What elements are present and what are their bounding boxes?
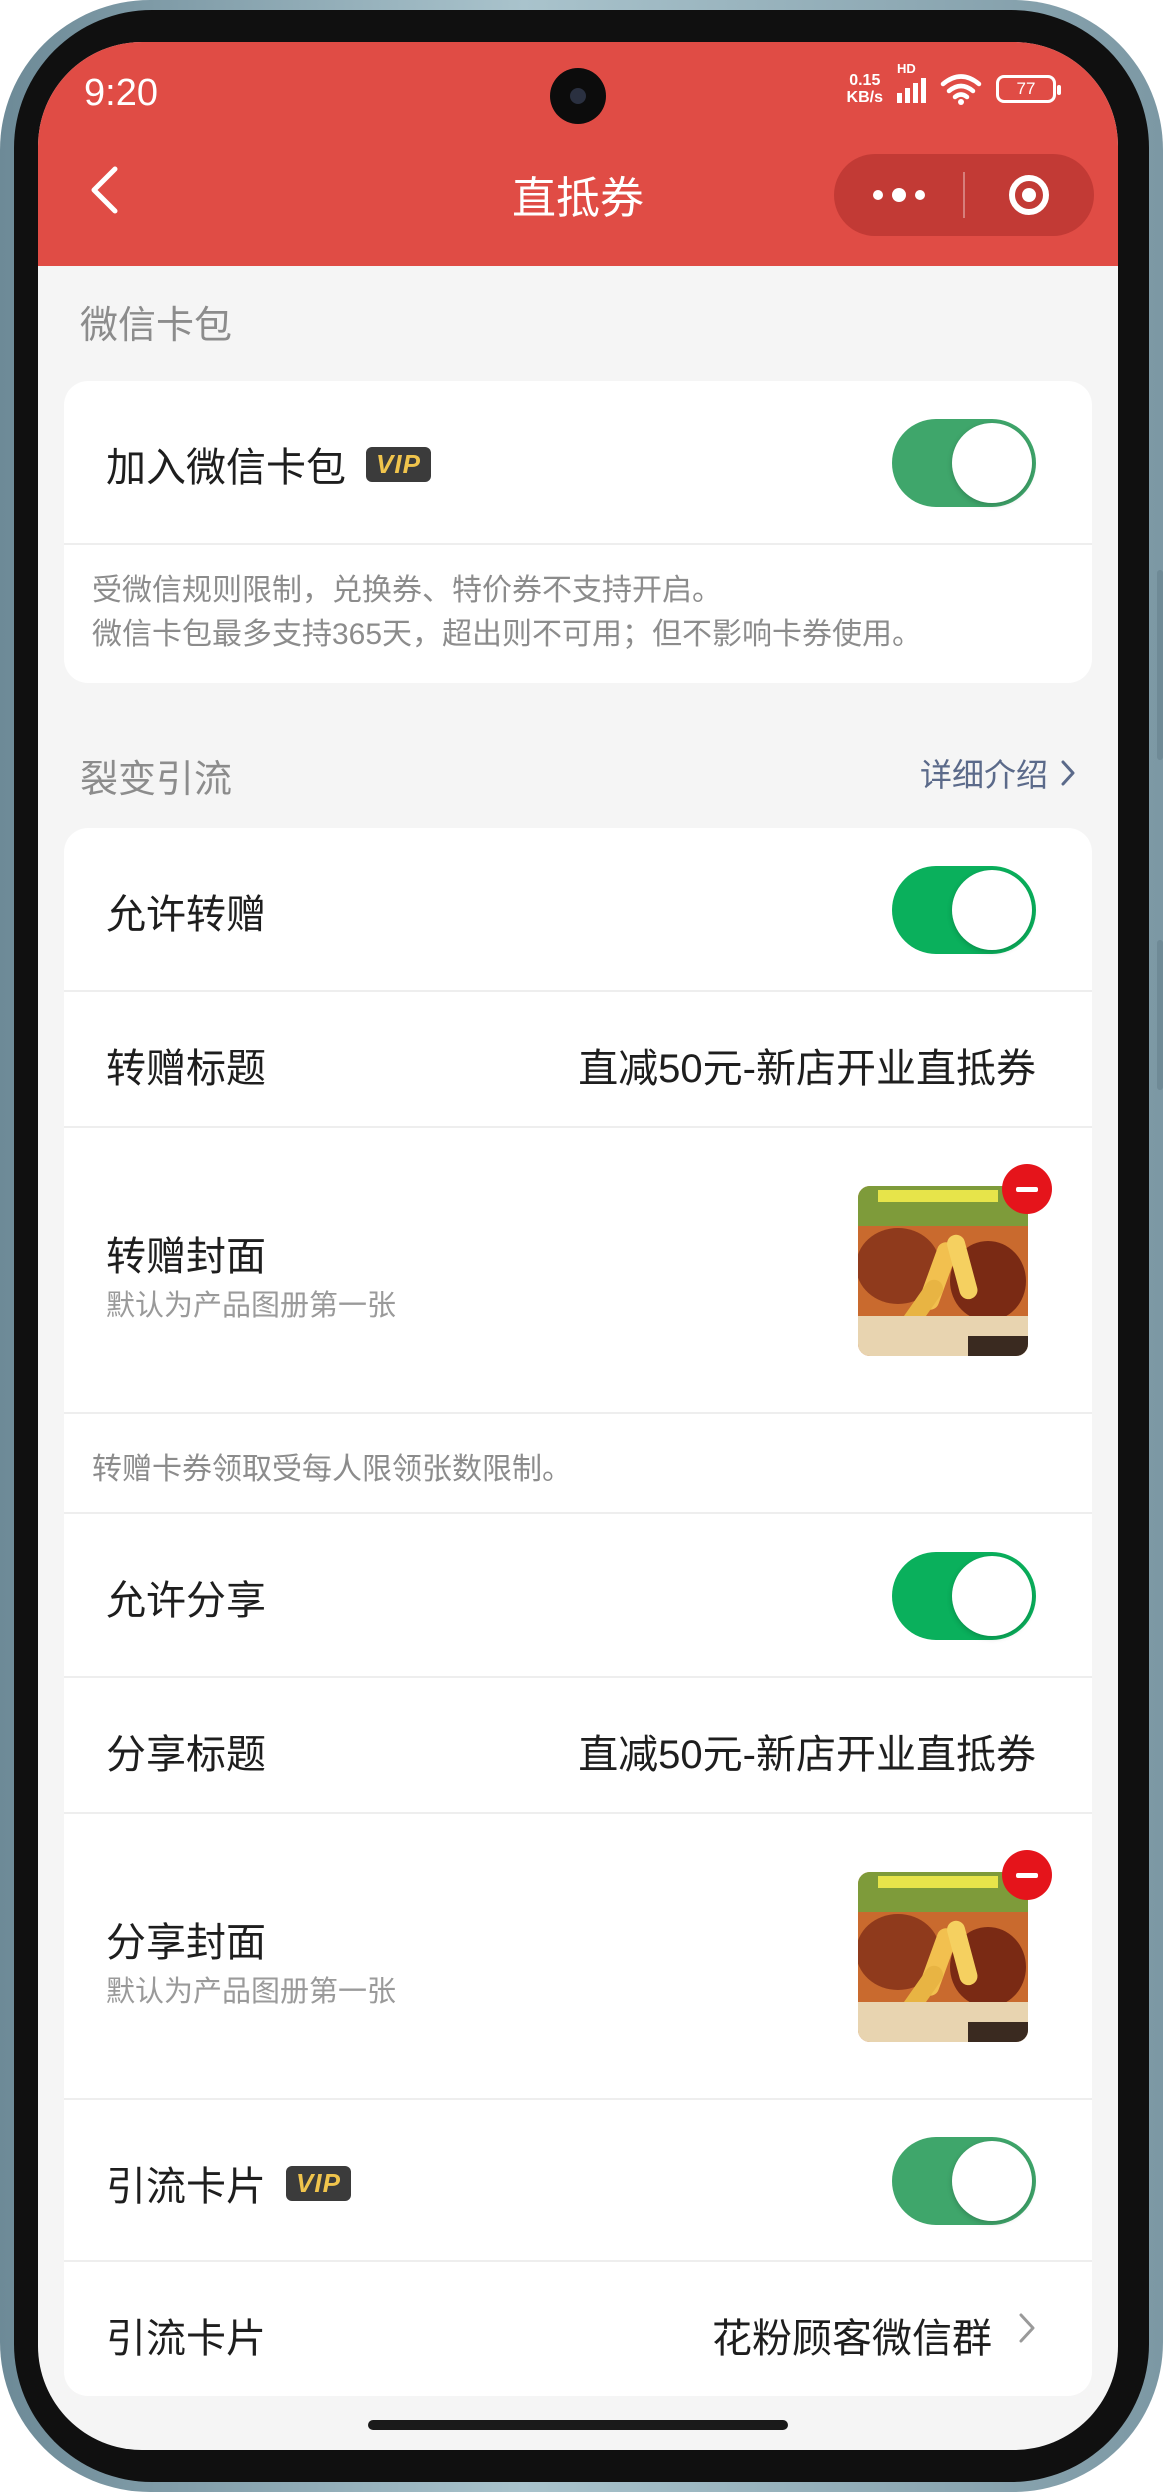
vip-badge: VIP: [286, 2165, 351, 2201]
referral-panel: 允许转赠 转赠标题 直减50元-新店开业直抵券 转赠封面 默认为产品图册第一张: [64, 828, 1092, 2396]
add-wechat-card-toggle[interactable]: [892, 419, 1036, 507]
add-wechat-card-label: 加入微信卡包: [106, 446, 346, 490]
gift-cover-row: 转赠封面 默认为产品图册第一张: [64, 1128, 1092, 1414]
volume-button: [1157, 570, 1163, 760]
net-speed-unit: KB/s: [846, 89, 883, 106]
battery-level: 77: [1016, 79, 1036, 98]
gift-cover-remove-button[interactable]: [1002, 1164, 1052, 1214]
add-wechat-card-row: 加入微信卡包 VIP: [64, 381, 1092, 545]
add-wechat-card-label-group: 加入微信卡包 VIP: [106, 435, 431, 493]
phone-frame: 9:20 0.15 KB/s HD 77 直抵券 微信卡包 加入微信卡包 VIP…: [0, 0, 1163, 2492]
allow-share-toggle[interactable]: [892, 1552, 1036, 1640]
section-title-wechat-card: 微信卡包: [80, 305, 233, 347]
gift-cover-image[interactable]: [858, 1186, 1028, 1356]
gift-title-row[interactable]: 转赠标题 直减50元-新店开业直抵券: [64, 992, 1092, 1128]
lead-card-label: 引流卡片: [106, 2165, 266, 2209]
allow-gift-row: 允许转赠: [64, 828, 1092, 992]
battery-icon: 77: [996, 75, 1061, 103]
more-button[interactable]: [834, 154, 963, 236]
section-title-referral: 裂变引流: [80, 759, 233, 801]
status-icons: 0.15 KB/s HD 77: [847, 61, 1061, 106]
wifi-icon: [940, 74, 982, 105]
network-tag: HD: [897, 61, 916, 76]
share-title-label: 分享标题: [106, 1733, 266, 1777]
allow-gift-label: 允许转赠: [106, 893, 266, 937]
close-target-icon: [1009, 175, 1050, 215]
home-indicator: [368, 2420, 788, 2430]
gift-cover-sub: 默认为产品图册第一张: [106, 1290, 397, 1322]
wechat-card-note-line1: 受微信规则限制，兑换券、特价券不支持开启。: [92, 574, 722, 607]
allow-share-label: 允许分享: [106, 1579, 266, 1623]
power-button: [1157, 940, 1163, 1090]
wechat-card-panel: 加入微信卡包 VIP 受微信规则限制，兑换券、特价券不支持开启。 微信卡包最多支…: [64, 381, 1092, 683]
gift-cover-label: 转赠封面: [106, 1235, 266, 1279]
chevron-right-icon: [1019, 2313, 1035, 2343]
lead-card-toggle[interactable]: [892, 2137, 1036, 2225]
gift-note-row: 转赠卡券领取受每人限领张数限制。: [64, 1414, 1092, 1514]
share-cover-image[interactable]: [858, 1872, 1028, 2042]
detail-link[interactable]: 详细介绍: [920, 750, 1076, 796]
wechat-card-note-line2: 微信卡包最多支持365天，超出则不可用；但不影响卡券使用。: [92, 618, 923, 651]
lead-card-label-group: 引流卡片 VIP: [106, 2154, 351, 2212]
lead-card-select-row[interactable]: 引流卡片 花粉顾客微信群: [64, 2262, 1092, 2396]
gift-title-label: 转赠标题: [106, 1047, 266, 1091]
vip-badge: VIP: [366, 446, 431, 482]
lead-card-select-value: 花粉顾客微信群: [712, 2317, 992, 2361]
share-cover-sub: 默认为产品图册第一张: [106, 1976, 397, 2008]
share-cover-label: 分享封面: [106, 1921, 266, 1965]
gift-title-value: 直减50元-新店开业直抵券: [578, 1047, 1036, 1091]
gift-note: 转赠卡券领取受每人限领张数限制。: [92, 1453, 572, 1486]
app-header: 9:20 0.15 KB/s HD 77 直抵券: [38, 42, 1118, 266]
lead-card-select-label: 引流卡片: [106, 2317, 266, 2361]
lead-card-row: 引流卡片 VIP: [64, 2100, 1092, 2262]
mini-program-capsule: [834, 154, 1094, 236]
front-camera: [550, 68, 606, 124]
screen: 9:20 0.15 KB/s HD 77 直抵券 微信卡包 加入微信卡包 VIP…: [38, 42, 1118, 2450]
share-title-value: 直减50元-新店开业直抵券: [578, 1733, 1036, 1777]
share-cover-row: 分享封面 默认为产品图册第一张: [64, 1814, 1092, 2100]
more-dots-icon: [872, 188, 925, 202]
allow-share-row: 允许分享: [64, 1514, 1092, 1678]
net-speed: 0.15 KB/s: [847, 72, 883, 106]
chevron-right-icon: [1061, 760, 1075, 786]
share-cover-remove-button[interactable]: [1002, 1850, 1052, 1900]
allow-gift-toggle[interactable]: [892, 866, 1036, 954]
signal-icon: HD: [897, 61, 926, 103]
share-title-row[interactable]: 分享标题 直减50元-新店开业直抵券: [64, 1678, 1092, 1814]
detail-link-label: 详细介绍: [919, 757, 1048, 793]
close-button[interactable]: [965, 154, 1094, 236]
status-time: 9:20: [84, 72, 158, 114]
wechat-card-note: 受微信规则限制，兑换券、特价券不支持开启。 微信卡包最多支持365天，超出则不可…: [64, 545, 1092, 683]
net-speed-value: 0.15: [849, 72, 881, 89]
